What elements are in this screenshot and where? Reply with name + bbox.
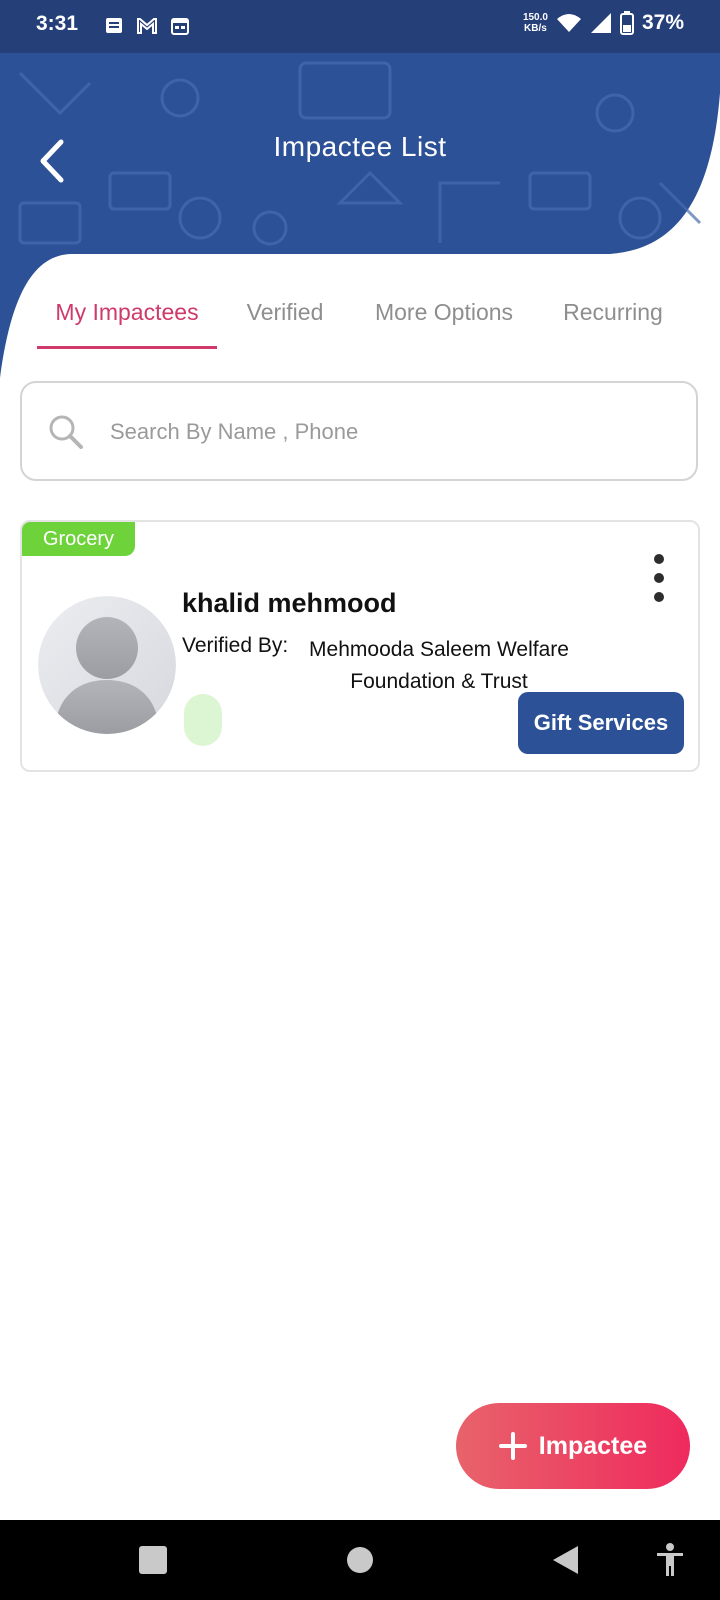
avatar xyxy=(38,596,176,734)
tab-bar: My Impactees Verified More Options Recur… xyxy=(0,290,720,352)
accessibility-button[interactable] xyxy=(630,1520,710,1600)
wifi-icon xyxy=(556,14,581,32)
accessibility-icon xyxy=(657,1543,683,1576)
impactee-card[interactable]: Grocery khalid mehmood Verified By: Mehm… xyxy=(20,520,700,772)
user-avatar-icon xyxy=(38,596,176,734)
system-nav-bar xyxy=(0,1520,720,1600)
gift-services-button[interactable]: Gift Services xyxy=(518,692,684,754)
battery-icon xyxy=(619,11,634,35)
tab-more-options[interactable]: More Options xyxy=(360,290,528,350)
search-box[interactable] xyxy=(20,381,698,481)
verified-by-org: Mehmooda Saleem Welfare Foundation & Tru… xyxy=(309,638,569,693)
impactee-name: khalid mehmood xyxy=(182,588,397,618)
recents-button[interactable] xyxy=(113,1520,193,1600)
tab-my-impactees[interactable]: My Impactees xyxy=(37,290,217,350)
battery-percent: 37% xyxy=(641,11,684,34)
tab-verified[interactable]: Verified xyxy=(230,290,340,350)
status-notification-icons xyxy=(104,16,190,36)
circle-icon xyxy=(347,1547,373,1573)
search-icon xyxy=(49,415,83,449)
net-speed-value: 150.0 xyxy=(522,12,548,23)
calendar-icon xyxy=(171,18,189,35)
gmail-icon xyxy=(137,18,157,34)
signal-icon xyxy=(590,13,611,33)
add-impactee-label: Impactee xyxy=(538,1431,648,1460)
more-dot-icon xyxy=(654,573,664,583)
page-title: Impactee List xyxy=(273,131,447,162)
net-speed-unit: KB/s xyxy=(524,23,547,34)
home-button[interactable] xyxy=(320,1520,400,1600)
net-speed: 150.0 KB/s xyxy=(523,12,548,34)
more-dot-icon xyxy=(654,592,664,602)
verified-by-label: Verified By: xyxy=(182,634,289,657)
tab-recurring[interactable]: Recurring xyxy=(548,290,678,350)
plus-icon xyxy=(498,1432,527,1460)
more-options-button[interactable] xyxy=(644,554,674,602)
status-time: 3:31 xyxy=(36,12,79,35)
status-bar: 3:31 150.0 KB/s 37% xyxy=(0,0,720,53)
more-dot-icon xyxy=(654,554,664,564)
category-badge: Grocery xyxy=(22,522,135,556)
back-nav-button[interactable] xyxy=(525,1520,605,1600)
square-icon xyxy=(139,1546,167,1574)
add-impactee-button[interactable]: Impactee xyxy=(456,1403,690,1489)
triangle-back-icon xyxy=(553,1546,578,1574)
status-system-icons: 150.0 KB/s 37% xyxy=(523,11,684,35)
message-icon xyxy=(106,18,122,33)
status-pill xyxy=(184,694,222,746)
search-input[interactable] xyxy=(108,407,672,457)
active-tab-indicator xyxy=(37,346,217,349)
